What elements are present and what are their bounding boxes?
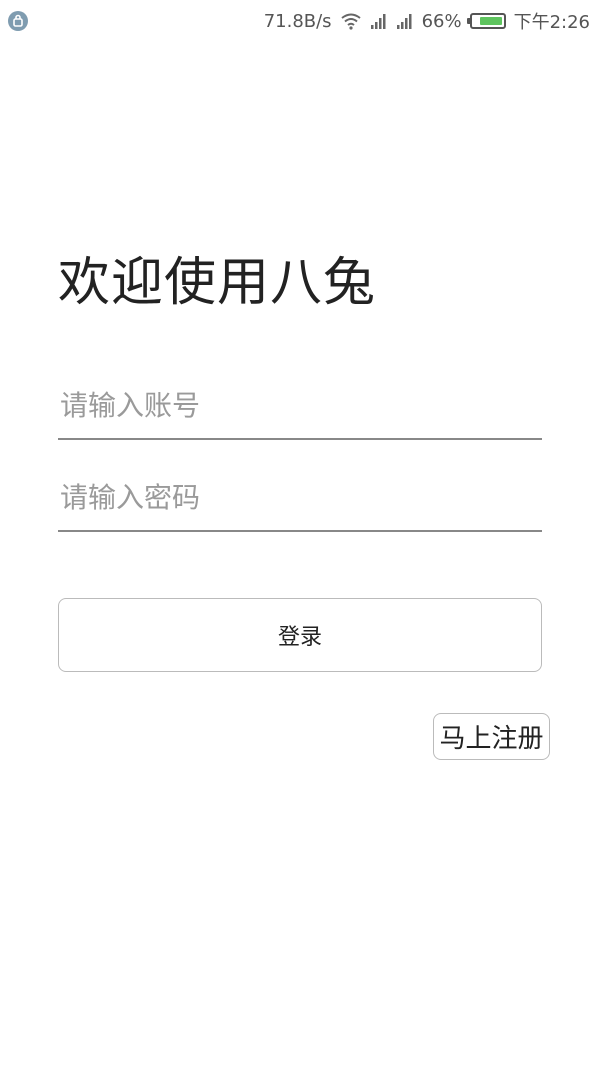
password-input[interactable] xyxy=(58,464,542,530)
wifi-icon xyxy=(340,12,362,30)
password-field[interactable] xyxy=(58,464,542,532)
status-right-group: 71.8B/s 66% 下午2:26 xyxy=(264,0,590,42)
register-button-label: 马上注册 xyxy=(439,724,544,754)
battery-fill xyxy=(480,17,502,25)
login-button-label: 登录 xyxy=(277,625,322,650)
welcome-title: 欢迎使用八兔 xyxy=(58,253,377,313)
app-notification-icon xyxy=(8,11,28,31)
battery-percent: 66% xyxy=(421,10,462,32)
network-speed: 71.8B/s xyxy=(263,10,332,32)
signal-icon xyxy=(370,12,388,30)
account-input[interactable] xyxy=(58,372,542,438)
signal-icon xyxy=(396,12,414,30)
battery-icon xyxy=(466,13,506,29)
clock: 下午2:26 xyxy=(513,12,590,33)
account-field[interactable] xyxy=(58,372,542,440)
register-button[interactable]: 马上注册 xyxy=(433,713,550,760)
status-bar: 71.8B/s 66% 下午2:26 xyxy=(0,0,600,42)
login-button[interactable]: 登录 xyxy=(58,598,542,672)
